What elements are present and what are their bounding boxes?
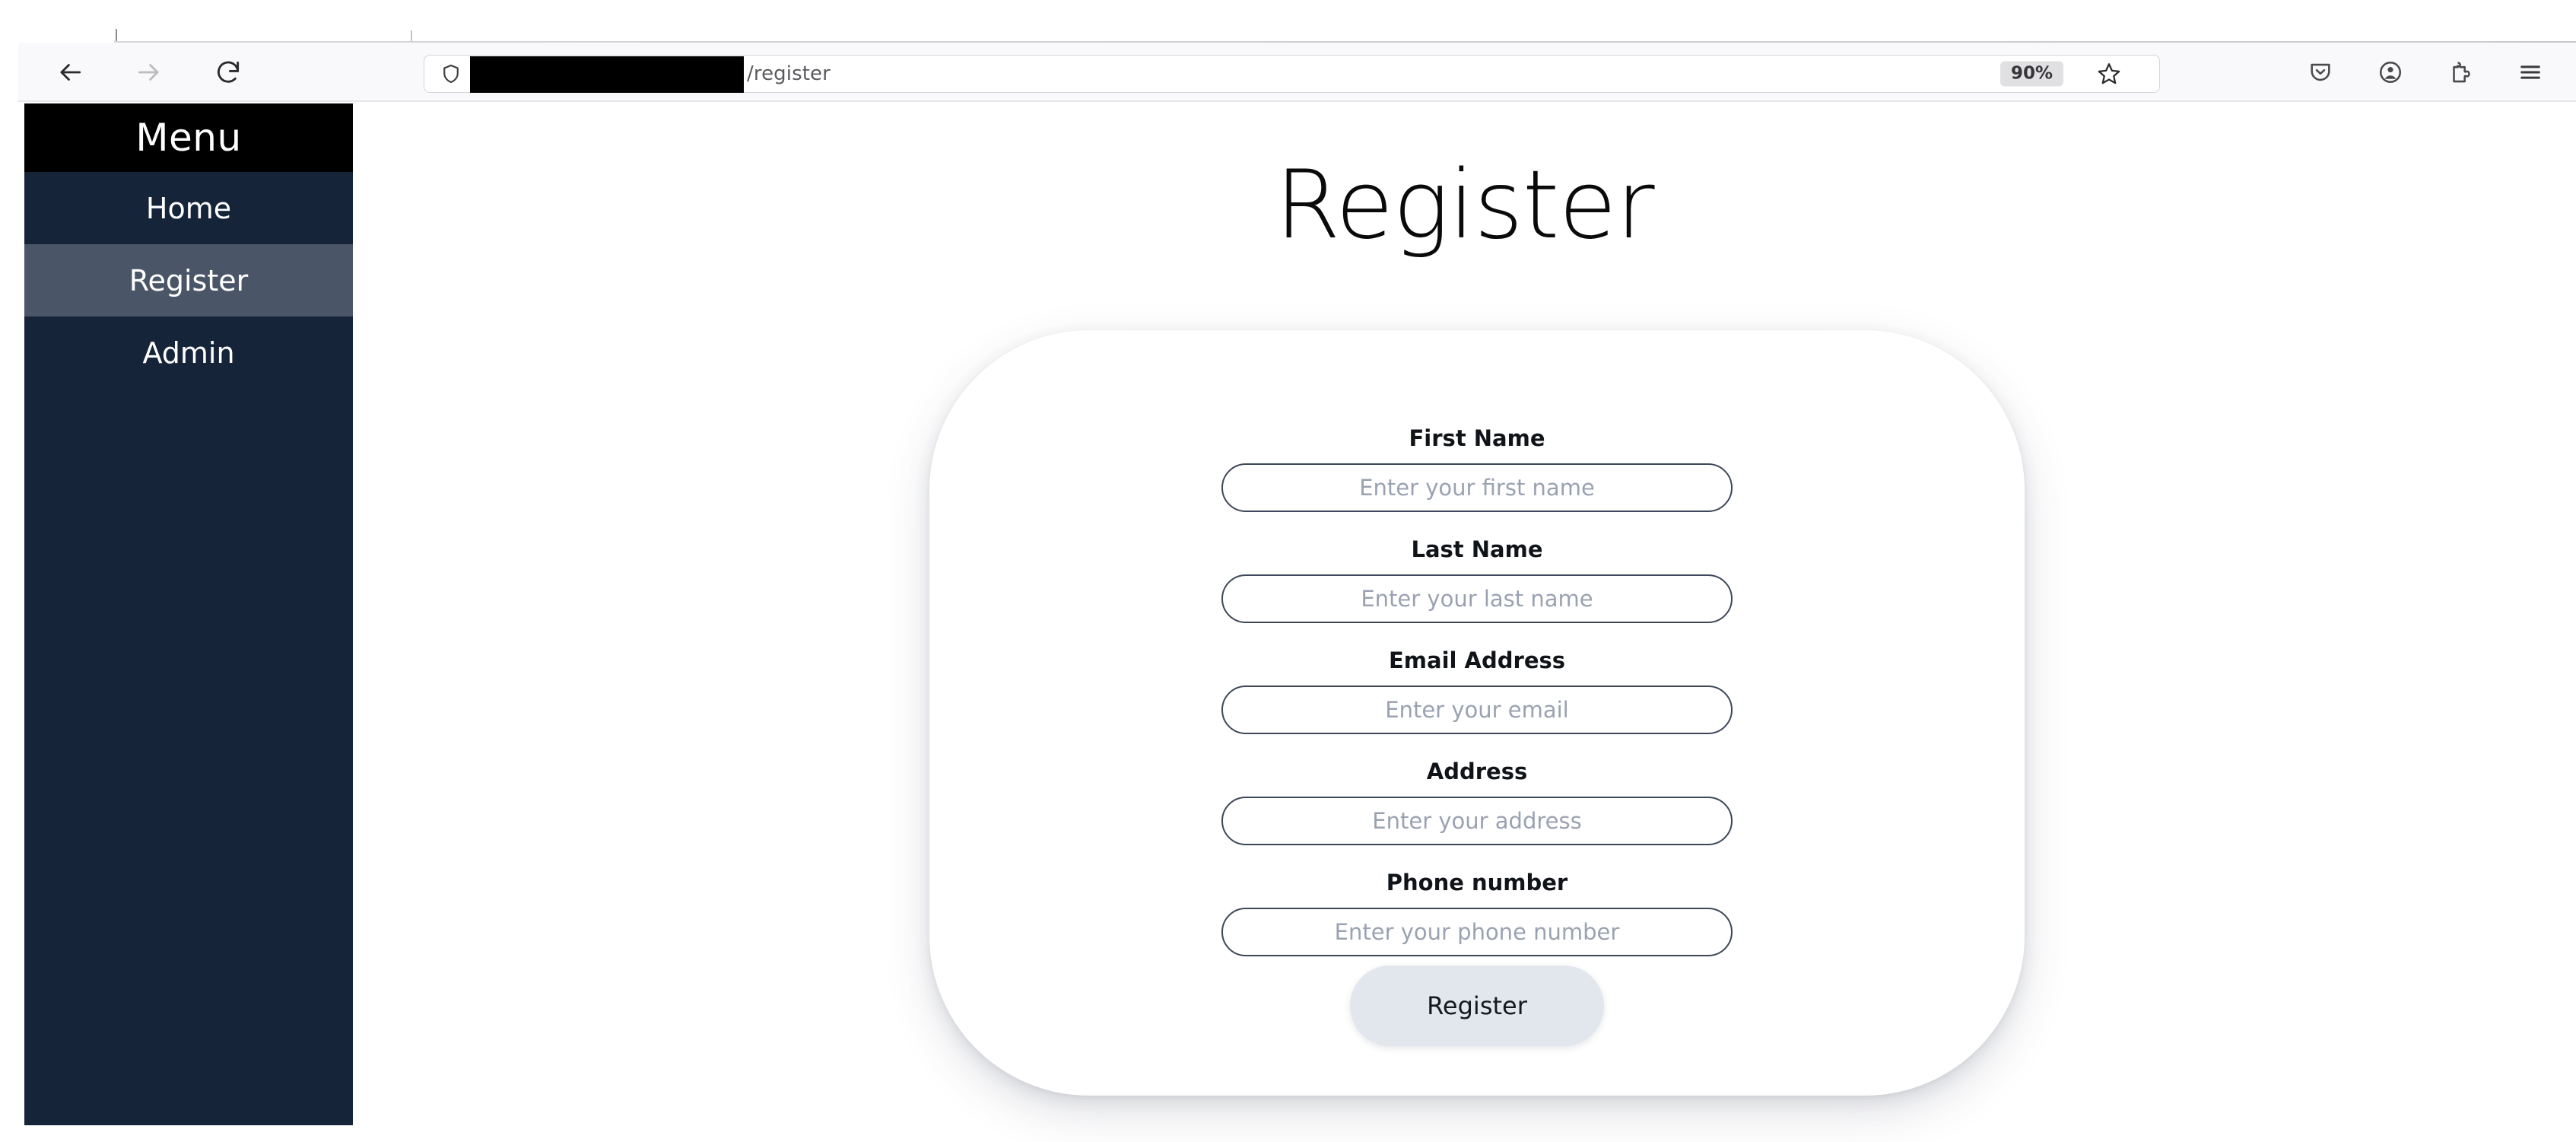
sidebar-title: Menu	[24, 103, 353, 172]
first-name-input[interactable]	[1221, 463, 1733, 512]
email-address-input[interactable]	[1221, 686, 1733, 734]
back-button[interactable]	[49, 51, 91, 94]
field-email-address: Email Address	[929, 650, 2025, 734]
first-name-label: First Name	[1409, 425, 1545, 451]
url-redacted-block	[470, 56, 744, 93]
reload-icon	[218, 61, 240, 83]
field-address: Address	[929, 761, 2025, 845]
browser-toolbar: /register 90%	[18, 43, 2576, 102]
field-last-name: Last Name	[929, 539, 2025, 623]
reload-button[interactable]	[207, 51, 249, 94]
tab-strip	[0, 0, 2576, 43]
navigation-buttons	[49, 43, 249, 102]
address-input[interactable]	[1221, 797, 1733, 845]
shield-glyph	[443, 64, 459, 84]
app-menu-icon[interactable]	[2511, 52, 2550, 92]
toolbar-right-icons	[2301, 43, 2550, 102]
field-first-name: First Name	[929, 428, 2025, 512]
forward-button[interactable]	[128, 51, 170, 94]
shield-icon[interactable]	[438, 61, 464, 87]
arrow-right-icon	[138, 64, 159, 81]
address-label: Address	[1426, 759, 1528, 784]
sidebar-item-admin[interactable]: Admin	[24, 317, 353, 389]
phone-number-input[interactable]	[1221, 908, 1733, 956]
puzzle-piece-glyph	[2453, 62, 2470, 83]
last-name-input[interactable]	[1221, 574, 1733, 623]
page-viewport: Menu Home Register Admin Register First …	[18, 103, 2576, 1142]
pocket-save-icon[interactable]	[2301, 52, 2340, 92]
email-address-label: Email Address	[1388, 647, 1566, 673]
hamburger-glyph	[2520, 65, 2540, 79]
arrow-left-icon	[60, 64, 81, 81]
browser-window: /register 90% Menu Home Register Admin R…	[0, 0, 2576, 1142]
url-path-text: /register	[747, 62, 831, 85]
account-glyph	[2379, 61, 2402, 84]
page-title: Register	[1275, 151, 1654, 260]
zoom-level-badge[interactable]: 90%	[1999, 61, 2063, 87]
sidebar-item-register[interactable]: Register	[24, 244, 353, 317]
main-content: Register First Name Last Name Email Addr…	[353, 103, 2576, 1125]
address-bar[interactable]: /register 90%	[424, 55, 2160, 93]
phone-number-label: Phone number	[1386, 870, 1568, 895]
star-icon	[2098, 63, 2120, 84]
last-name-label: Last Name	[1411, 536, 1543, 562]
account-icon[interactable]	[2371, 52, 2410, 92]
register-submit-button[interactable]: Register	[1350, 965, 1604, 1046]
pocket-glyph	[2311, 63, 2330, 81]
bookmark-button[interactable]	[2092, 57, 2126, 91]
register-form-card: First Name Last Name Email Address Addre…	[929, 330, 2025, 1096]
extensions-icon[interactable]	[2441, 52, 2480, 92]
sidebar-item-home[interactable]: Home	[24, 172, 353, 244]
sidebar-navigation: Menu Home Register Admin	[24, 103, 353, 1125]
field-phone-number: Phone number	[929, 872, 2025, 956]
